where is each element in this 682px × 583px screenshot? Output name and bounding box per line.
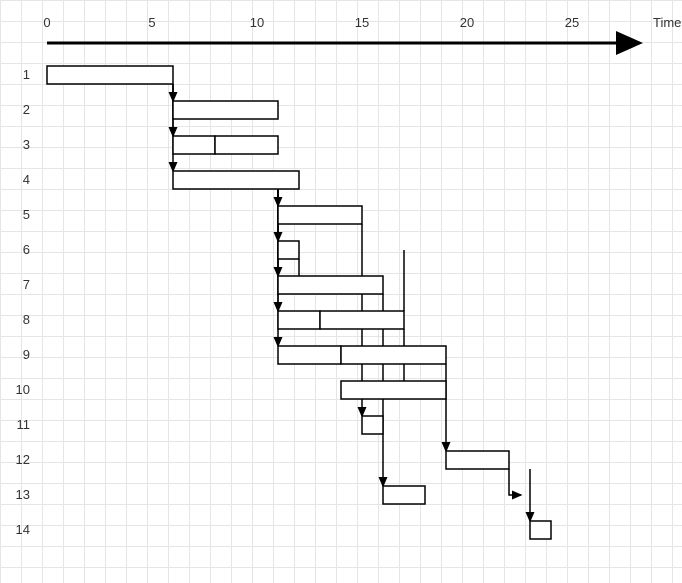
row-label: 11: [17, 417, 31, 432]
gantt-bar: [446, 451, 509, 469]
row-label: 6: [23, 242, 30, 257]
dependency-arrow: [509, 469, 521, 495]
row-label: 7: [23, 277, 30, 292]
x-axis-label: Time: [653, 15, 681, 30]
row-label: 9: [23, 347, 30, 362]
row-label: 13: [16, 487, 30, 502]
gantt-bar: [278, 276, 383, 294]
row-label: 5: [23, 207, 30, 222]
gantt-bar: [530, 521, 551, 539]
gantt-bar: [173, 101, 278, 119]
row-label: 4: [23, 172, 30, 187]
gantt-bar: [173, 171, 299, 189]
row-label: 1: [23, 67, 30, 82]
gantt-bar: [47, 66, 173, 84]
x-tick-label: 5: [148, 15, 155, 30]
gantt-bar: [320, 311, 404, 329]
row-label: 8: [23, 312, 30, 327]
row-label: 2: [23, 102, 30, 117]
gantt-bar: [362, 416, 383, 434]
row-label: 3: [23, 137, 30, 152]
gantt-bar: [278, 206, 362, 224]
gantt-bar: [278, 346, 341, 364]
x-tick-label: 25: [565, 15, 579, 30]
row-label: 12: [16, 452, 30, 467]
row-label: 10: [16, 382, 30, 397]
gantt-bar: [383, 486, 425, 504]
gantt-bar: [341, 346, 446, 364]
x-tick-label: 10: [250, 15, 264, 30]
gantt-bar: [278, 241, 299, 259]
row-label: 14: [16, 522, 30, 537]
gantt-bar: [278, 311, 320, 329]
gantt-bar: [215, 136, 278, 154]
x-tick-label: 0: [43, 15, 50, 30]
x-tick-label: 15: [355, 15, 369, 30]
gantt-bar: [341, 381, 446, 399]
gantt-chart: 0510152025Time1234567891011121314: [0, 0, 682, 583]
x-tick-label: 20: [460, 15, 474, 30]
gantt-bar: [173, 136, 215, 154]
